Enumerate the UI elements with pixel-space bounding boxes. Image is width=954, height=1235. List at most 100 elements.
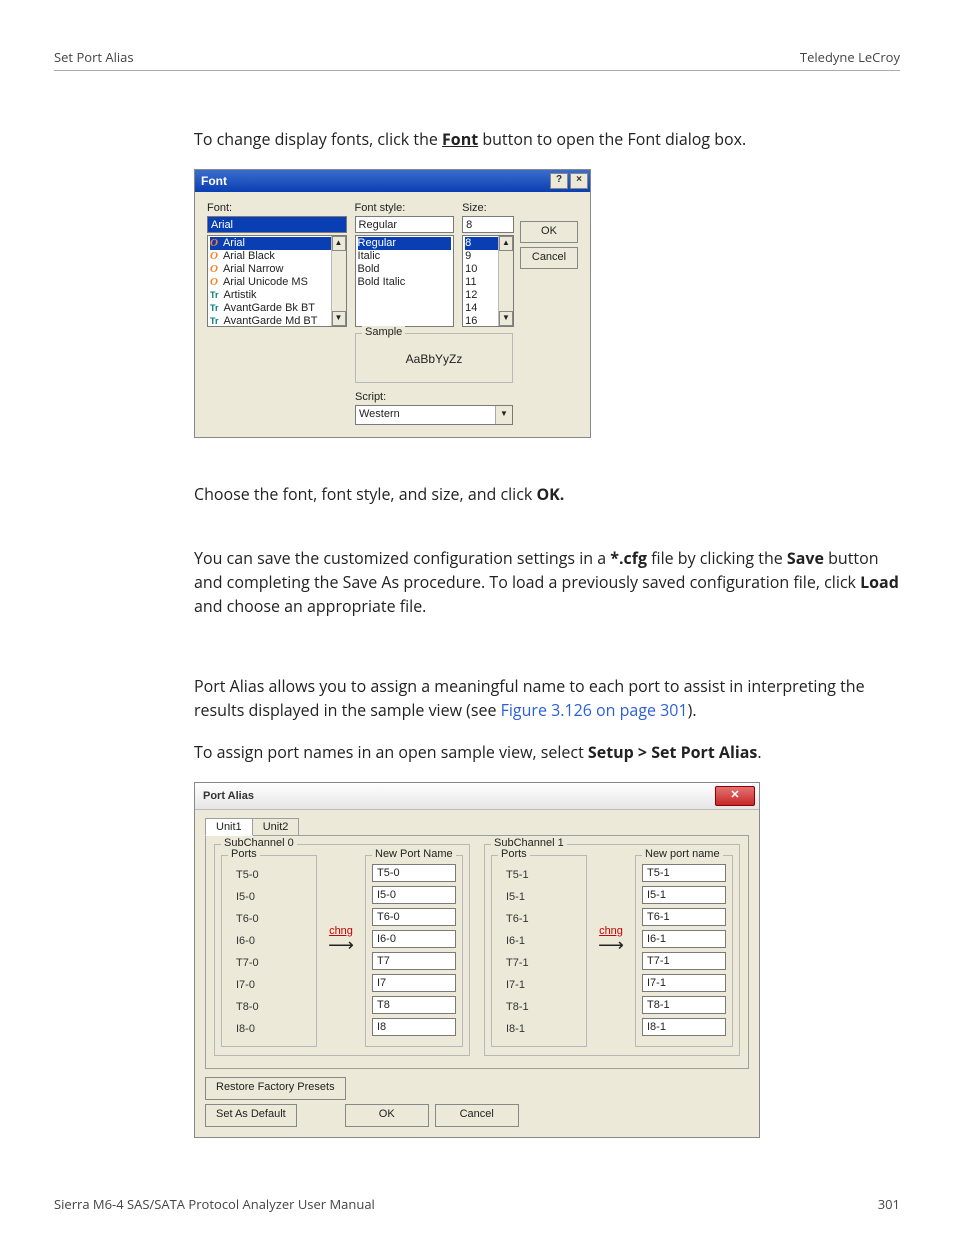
help-button[interactable]: ? — [550, 173, 568, 189]
tab-unit1[interactable]: Unit1 — [205, 818, 253, 836]
ports-group-0: Ports T5-0 I5-0 T6-0 I6-0 T7-0 I7-0 T8-0… — [221, 855, 317, 1047]
text: ). — [688, 699, 697, 721]
tab-unit2[interactable]: Unit2 — [252, 818, 300, 836]
tt-icon: Tr — [210, 289, 219, 302]
font-label: Font: — [207, 202, 347, 214]
list-item[interactable]: 9 — [465, 250, 471, 263]
port-titlebar[interactable]: Port Alias ✕ — [195, 783, 759, 810]
sample-fieldset: Sample AaBbYyZz — [355, 333, 513, 383]
list-item[interactable]: Arial — [223, 237, 245, 250]
set-default-button[interactable]: Set As Default — [205, 1104, 297, 1127]
list-item[interactable]: 10 — [465, 263, 477, 276]
paragraph-port-alias: Port Alias allows you to assign a meanin… — [194, 674, 900, 722]
scroll-down-icon[interactable]: ▼ — [332, 311, 346, 326]
port-name-input[interactable]: I8 — [372, 1018, 456, 1036]
list-item[interactable]: Arial Black — [223, 250, 275, 263]
text: file by clicking the — [647, 547, 787, 569]
style-listbox[interactable]: Regular Italic Bold Bold Italic — [355, 235, 455, 327]
port-label: I5-0 — [228, 886, 310, 908]
arrow-right-icon: ⟶ — [328, 935, 354, 956]
port-name-input[interactable]: I6-0 — [372, 930, 456, 948]
port-name-input[interactable]: T8 — [372, 996, 456, 1014]
list-item[interactable]: Regular — [358, 237, 397, 250]
list-item[interactable]: 11 — [465, 276, 476, 289]
port-label: I6-0 — [228, 930, 310, 952]
list-item[interactable]: 14 — [465, 302, 477, 315]
scrollbar[interactable]: ▲ ▼ — [498, 236, 513, 326]
port-name-input[interactable]: T7 — [372, 952, 456, 970]
scroll-up-icon[interactable]: ▲ — [499, 236, 513, 251]
port-label: T7-0 — [228, 952, 310, 974]
port-label: T8-1 — [498, 996, 580, 1018]
header-left: Set Port Alias — [54, 48, 134, 66]
port-name-input[interactable]: I6-1 — [642, 930, 726, 948]
arrow-right-icon: ⟶ — [598, 935, 624, 956]
size-listbox[interactable]: 8 9 10 11 12 14 16 ▲ ▼ — [462, 235, 514, 327]
script-dropdown[interactable]: Western ▼ — [355, 405, 513, 425]
save-bold: Save — [787, 547, 824, 569]
style-label: Font style: — [355, 202, 455, 214]
scrollbar[interactable]: ▲ ▼ — [331, 236, 346, 326]
o-icon: O — [210, 250, 218, 263]
o-icon: O — [210, 263, 218, 276]
port-name-input[interactable]: I7 — [372, 974, 456, 992]
names-group-1: New port name T5-1 I5-1 T6-1 I6-1 T7-1 I… — [635, 855, 733, 1047]
port-name-input[interactable]: T8-1 — [642, 996, 726, 1014]
port-name-input[interactable]: T5-1 — [642, 864, 726, 882]
list-item[interactable]: Bold Italic — [358, 276, 406, 289]
font-word: Font — [442, 128, 478, 150]
ok-button[interactable]: OK — [520, 221, 578, 243]
port-label: I5-1 — [498, 886, 580, 908]
page-footer: Sierra M6-4 SAS/SATA Protocol Analyzer U… — [54, 1195, 900, 1213]
list-item[interactable]: AvantGarde Bk BT — [224, 302, 316, 315]
restore-presets-button[interactable]: Restore Factory Presets — [205, 1077, 346, 1100]
ok-button[interactable]: OK — [345, 1104, 429, 1127]
port-name-input[interactable]: I8-1 — [642, 1018, 726, 1036]
close-button[interactable]: ✕ — [715, 786, 755, 806]
font-input[interactable]: Arial — [207, 216, 347, 233]
unit-tabs: Unit1 Unit2 — [205, 818, 749, 836]
cancel-button[interactable]: Cancel — [520, 247, 578, 269]
scroll-up-icon[interactable]: ▲ — [332, 236, 346, 251]
tab-panel: SubChannel 0 Ports T5-0 I5-0 T6-0 I6-0 T… — [205, 835, 749, 1069]
header-right: Teledyne LeCroy — [800, 48, 900, 66]
list-item[interactable]: Artistik — [224, 289, 257, 302]
size-input[interactable]: 8 — [462, 216, 514, 233]
ports-label: Ports — [498, 848, 530, 860]
port-label: I8-1 — [498, 1018, 580, 1040]
tt-icon: Tr — [210, 302, 219, 315]
port-name-input[interactable]: I5-1 — [642, 886, 726, 904]
header-rule — [54, 70, 900, 71]
chevron-down-icon[interactable]: ▼ — [495, 406, 512, 424]
subchannel-0: SubChannel 0 Ports T5-0 I5-0 T6-0 I6-0 T… — [214, 844, 470, 1056]
titlebar[interactable]: Font ? × — [195, 170, 590, 192]
new-name-label: New port name — [642, 848, 723, 860]
paragraph-choose: Choose the font, font style, and size, a… — [194, 482, 900, 506]
style-input[interactable]: Regular — [355, 216, 455, 233]
load-bold: Load — [860, 571, 899, 593]
port-name-input[interactable]: I5-0 — [372, 886, 456, 904]
list-item[interactable]: Italic — [358, 250, 381, 263]
list-item[interactable]: Bold — [358, 263, 380, 276]
port-name-input[interactable]: T6-1 — [642, 908, 726, 926]
close-button[interactable]: × — [570, 173, 588, 189]
figure-link[interactable]: Figure 3.126 on page 301 — [501, 699, 688, 721]
list-item[interactable]: AvantGarde Md BT — [224, 315, 318, 328]
port-label: T5-1 — [498, 864, 580, 886]
port-label: I6-1 — [498, 930, 580, 952]
list-item[interactable]: 8 — [465, 237, 471, 250]
list-item[interactable]: Arial Narrow — [223, 263, 284, 276]
list-item[interactable]: 16 — [465, 315, 477, 328]
port-name-input[interactable]: T5-0 — [372, 864, 456, 882]
list-item[interactable]: Arial Unicode MS — [223, 276, 308, 289]
port-label: T6-1 — [498, 908, 580, 930]
script-value: Western — [356, 406, 495, 424]
scroll-down-icon[interactable]: ▼ — [499, 311, 513, 326]
font-listbox[interactable]: OArial OArial Black OArial Narrow OArial… — [207, 235, 347, 327]
port-name-input[interactable]: I7-1 — [642, 974, 726, 992]
cancel-button[interactable]: Cancel — [435, 1104, 519, 1127]
text: You can save the customized configuratio… — [194, 547, 610, 569]
port-name-input[interactable]: T7-1 — [642, 952, 726, 970]
port-name-input[interactable]: T6-0 — [372, 908, 456, 926]
list-item[interactable]: 12 — [465, 289, 477, 302]
